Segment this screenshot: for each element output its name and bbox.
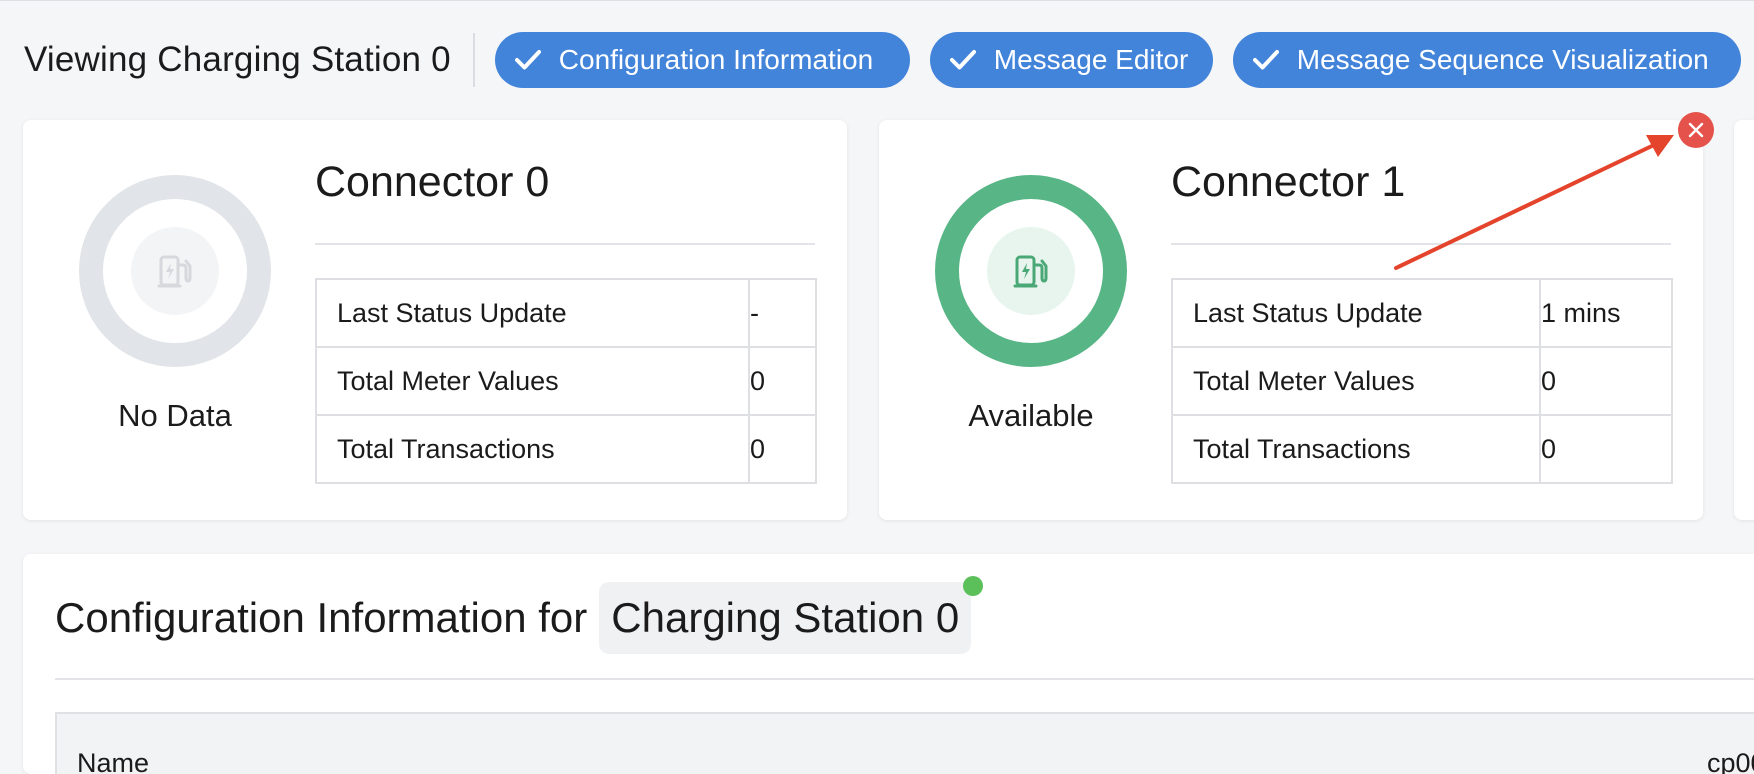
toggle-configuration-information-button[interactable]: Configuration Information bbox=[494, 32, 910, 88]
connector-title: Connector 1 bbox=[1171, 158, 1406, 206]
stat-label: Last Status Update bbox=[1171, 278, 1541, 348]
table-row: Last Status Update - bbox=[315, 278, 817, 348]
connector-stats-table: Last Status Update 1 mins Total Meter Va… bbox=[1171, 278, 1673, 484]
table-row: Last Status Update 1 mins bbox=[1171, 278, 1673, 348]
fuel-pump-icon bbox=[987, 227, 1075, 315]
stat-value: 0 bbox=[748, 346, 817, 416]
connector-status-label: No Data bbox=[118, 398, 232, 433]
toggle-message-sequence-visualization-button[interactable]: Message Sequence Visualization bbox=[1232, 32, 1741, 88]
connector-title: Connector 0 bbox=[315, 158, 550, 206]
stat-value: 0 bbox=[1539, 346, 1673, 416]
toggle-label: Message Sequence Visualization bbox=[1296, 44, 1709, 75]
config-table-header-row: Name cp00 bbox=[55, 712, 1754, 774]
stat-value: - bbox=[748, 278, 817, 348]
connector-status-ring bbox=[79, 175, 271, 367]
stat-label: Total Transactions bbox=[1171, 414, 1541, 484]
stat-label: Total Meter Values bbox=[315, 346, 750, 416]
table-row: Total Meter Values 0 bbox=[1171, 346, 1673, 416]
config-title-prefix: Configuration Information for bbox=[55, 594, 588, 641]
config-name-value: cp00 bbox=[1707, 748, 1754, 774]
stat-label: Total Transactions bbox=[315, 414, 750, 484]
station-name: Charging Station 0 bbox=[611, 594, 960, 641]
config-title: Configuration Information for Charging S… bbox=[55, 576, 984, 654]
configuration-panel: Configuration Information for Charging S… bbox=[23, 554, 1754, 774]
connector-status-label: Available bbox=[968, 398, 1094, 433]
online-status-dot bbox=[963, 576, 984, 596]
close-icon bbox=[1688, 122, 1704, 138]
table-row: Total Transactions 0 bbox=[1171, 414, 1673, 484]
connector-card-0: No Data Connector 0 Last Status Update -… bbox=[23, 120, 847, 520]
stat-value: 0 bbox=[1539, 414, 1673, 484]
toggle-label: Message Editor bbox=[993, 44, 1189, 75]
close-connector-button[interactable] bbox=[1678, 112, 1714, 148]
stat-value: 0 bbox=[748, 414, 817, 484]
station-chip: Charging Station 0 bbox=[599, 576, 984, 654]
stat-value: 1 mins bbox=[1539, 278, 1673, 348]
connector-card-partial bbox=[1734, 120, 1754, 520]
toggle-label: Configuration Information bbox=[558, 44, 874, 75]
title-divider bbox=[315, 243, 815, 245]
table-row: Total Transactions 0 bbox=[315, 414, 817, 484]
top-border bbox=[0, 0, 1754, 1]
config-divider bbox=[55, 678, 1754, 680]
connector-status-ring bbox=[935, 175, 1127, 367]
title-divider bbox=[1171, 243, 1671, 245]
status-ring-available bbox=[935, 175, 1127, 367]
station-header: Viewing Charging Station 0 Configuration… bbox=[24, 32, 1741, 88]
fuel-pump-icon bbox=[131, 227, 219, 315]
toggle-message-editor-button[interactable]: Message Editor bbox=[929, 32, 1213, 88]
check-icon bbox=[949, 49, 976, 71]
connector-card-1: Available Connector 1 Last Status Update… bbox=[879, 120, 1703, 520]
connector-stats-table: Last Status Update - Total Meter Values … bbox=[315, 278, 817, 484]
page-title: Viewing Charging Station 0 bbox=[24, 40, 451, 79]
check-icon bbox=[514, 49, 541, 71]
status-ring-no-data bbox=[79, 175, 271, 367]
stat-label: Total Meter Values bbox=[1171, 346, 1541, 416]
stat-label: Last Status Update bbox=[315, 278, 750, 348]
header-divider bbox=[472, 33, 475, 87]
table-row: Total Meter Values 0 bbox=[315, 346, 817, 416]
check-icon bbox=[1252, 49, 1279, 71]
config-name-label: Name bbox=[77, 748, 150, 774]
